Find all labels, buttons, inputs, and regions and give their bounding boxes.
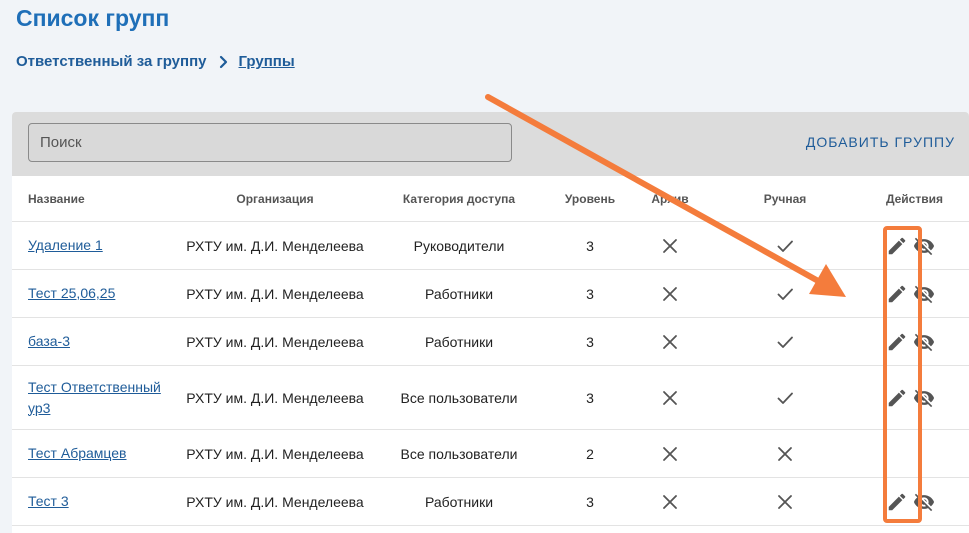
table-row: Тест 3 РХТУ им. Д.И. Менделеева Работники 3 <box>12 477 969 526</box>
cell-name: Тест 25,06,25 <box>12 269 162 318</box>
cell-category: Работники <box>388 269 530 318</box>
cell-category: Работники <box>388 317 530 366</box>
cell-actions <box>880 269 969 318</box>
cell-organization: РХТУ им. Д.И. Менделеева <box>162 221 388 270</box>
cell-archive <box>650 365 690 430</box>
cell-level: 3 <box>530 477 650 526</box>
column-header-level[interactable]: Уровень <box>530 176 650 222</box>
hide-icon[interactable] <box>913 331 935 353</box>
cross-icon <box>662 389 678 406</box>
cross-icon <box>777 445 793 462</box>
cross-icon <box>662 445 678 462</box>
cell-manual <box>690 269 880 318</box>
cell-category: Руководители <box>388 221 530 270</box>
cell-category: Все пользователи <box>388 429 530 478</box>
hide-icon[interactable] <box>913 283 935 305</box>
group-name-link[interactable]: Тест Абрамцев <box>28 445 127 461</box>
cell-organization: РХТУ им. Д.И. Менделеева <box>162 269 388 318</box>
cell-manual <box>690 221 880 270</box>
cell-manual <box>690 317 880 366</box>
cell-category: Все пользователи <box>388 365 530 430</box>
check-icon <box>777 333 793 349</box>
cell-name: Тест 3 <box>12 477 162 526</box>
cell-name: Тест Абрамцев <box>12 429 162 478</box>
cell-organization: РХТУ им. Д.И. Менделеева <box>162 317 388 366</box>
column-header-category[interactable]: Категория доступа <box>388 176 530 222</box>
group-name-link[interactable]: Тест 3 <box>28 493 69 509</box>
page-title: Список групп <box>16 5 170 31</box>
cell-name: Тест Ответственный ур3 <box>12 365 162 430</box>
hide-icon[interactable] <box>913 491 935 513</box>
cross-icon <box>662 333 678 350</box>
table-row: Удаление 1 РХТУ им. Д.И. Менделеева Руково… <box>12 221 969 270</box>
column-header-actions: Действия <box>880 176 969 222</box>
cell-organization: РХТУ им. Д.И. Менделеева <box>162 429 388 478</box>
cell-actions <box>880 365 969 430</box>
table-row: база-3 РХТУ им. Д.И. Менделеева Работники 3 <box>12 317 969 366</box>
groups-table: Название Организация Категория доступа У… <box>12 176 969 526</box>
table-row: Тест Абрамцев РХТУ им. Д.И. Менделеева Все… <box>12 429 969 478</box>
edit-icon[interactable] <box>886 283 908 305</box>
cell-actions <box>880 221 969 270</box>
card-toolbar: ДОБАВИТЬ ГРУППУ <box>12 112 969 176</box>
cell-archive <box>650 317 690 366</box>
cell-archive <box>650 221 690 270</box>
groups-card: ДОБАВИТЬ ГРУППУ Название Организация Кат… <box>12 112 969 533</box>
edit-icon[interactable] <box>886 491 908 513</box>
cross-icon <box>662 493 678 510</box>
cell-actions <box>880 477 969 526</box>
cell-category: Работники <box>388 477 530 526</box>
hide-icon[interactable] <box>913 235 935 257</box>
cell-archive <box>650 269 690 318</box>
group-name-link[interactable]: база-3 <box>28 333 70 349</box>
chevron-right-icon <box>219 55 229 69</box>
edit-icon[interactable] <box>886 331 908 353</box>
cell-name: Удаление 1 <box>12 221 162 270</box>
cell-actions <box>880 317 969 366</box>
edit-icon[interactable] <box>886 387 908 409</box>
cell-actions <box>880 429 969 478</box>
column-header-archive[interactable]: Архив <box>650 176 690 222</box>
breadcrumb-parent[interactable]: Ответственный за группу <box>16 53 207 70</box>
column-header-manual[interactable]: Ручная <box>690 176 880 222</box>
cell-manual <box>690 365 880 430</box>
group-name-link[interactable]: Тест Ответственный ур3 <box>28 379 161 416</box>
cell-manual <box>690 429 880 478</box>
check-icon <box>777 285 793 301</box>
column-header-name[interactable]: Название <box>12 176 162 222</box>
table-header-row: Название Организация Категория доступа У… <box>12 176 969 222</box>
cell-level: 3 <box>530 317 650 366</box>
table-row: Тест Ответственный ур3 РХТУ им. Д.И. Менд… <box>12 365 969 430</box>
check-icon <box>777 389 793 405</box>
breadcrumb: Ответственный за группу Группы <box>16 53 295 70</box>
cell-level: 3 <box>530 269 650 318</box>
group-name-link[interactable]: Удаление 1 <box>28 237 103 253</box>
edit-icon[interactable] <box>886 235 908 257</box>
hide-icon[interactable] <box>913 387 935 409</box>
cell-archive <box>650 477 690 526</box>
table-row: Тест 25,06,25 РХТУ им. Д.И. Менделеева Раб… <box>12 269 969 318</box>
cell-manual <box>690 477 880 526</box>
cell-level: 2 <box>530 429 650 478</box>
cell-organization: РХТУ им. Д.И. Менделеева <box>162 365 388 430</box>
search-input[interactable] <box>28 123 512 162</box>
cell-organization: РХТУ им. Д.И. Менделеева <box>162 477 388 526</box>
check-icon <box>777 237 793 253</box>
group-name-link[interactable]: Тест 25,06,25 <box>28 285 115 301</box>
cross-icon <box>662 285 678 302</box>
breadcrumb-current[interactable]: Группы <box>237 53 295 70</box>
column-header-organization[interactable]: Организация <box>162 176 388 222</box>
cell-name: база-3 <box>12 317 162 366</box>
cell-level: 3 <box>530 221 650 270</box>
add-group-button[interactable]: ДОБАВИТЬ ГРУППУ <box>806 134 955 150</box>
cell-level: 3 <box>530 365 650 430</box>
cross-icon <box>777 493 793 510</box>
cell-archive <box>650 429 690 478</box>
cross-icon <box>662 237 678 254</box>
